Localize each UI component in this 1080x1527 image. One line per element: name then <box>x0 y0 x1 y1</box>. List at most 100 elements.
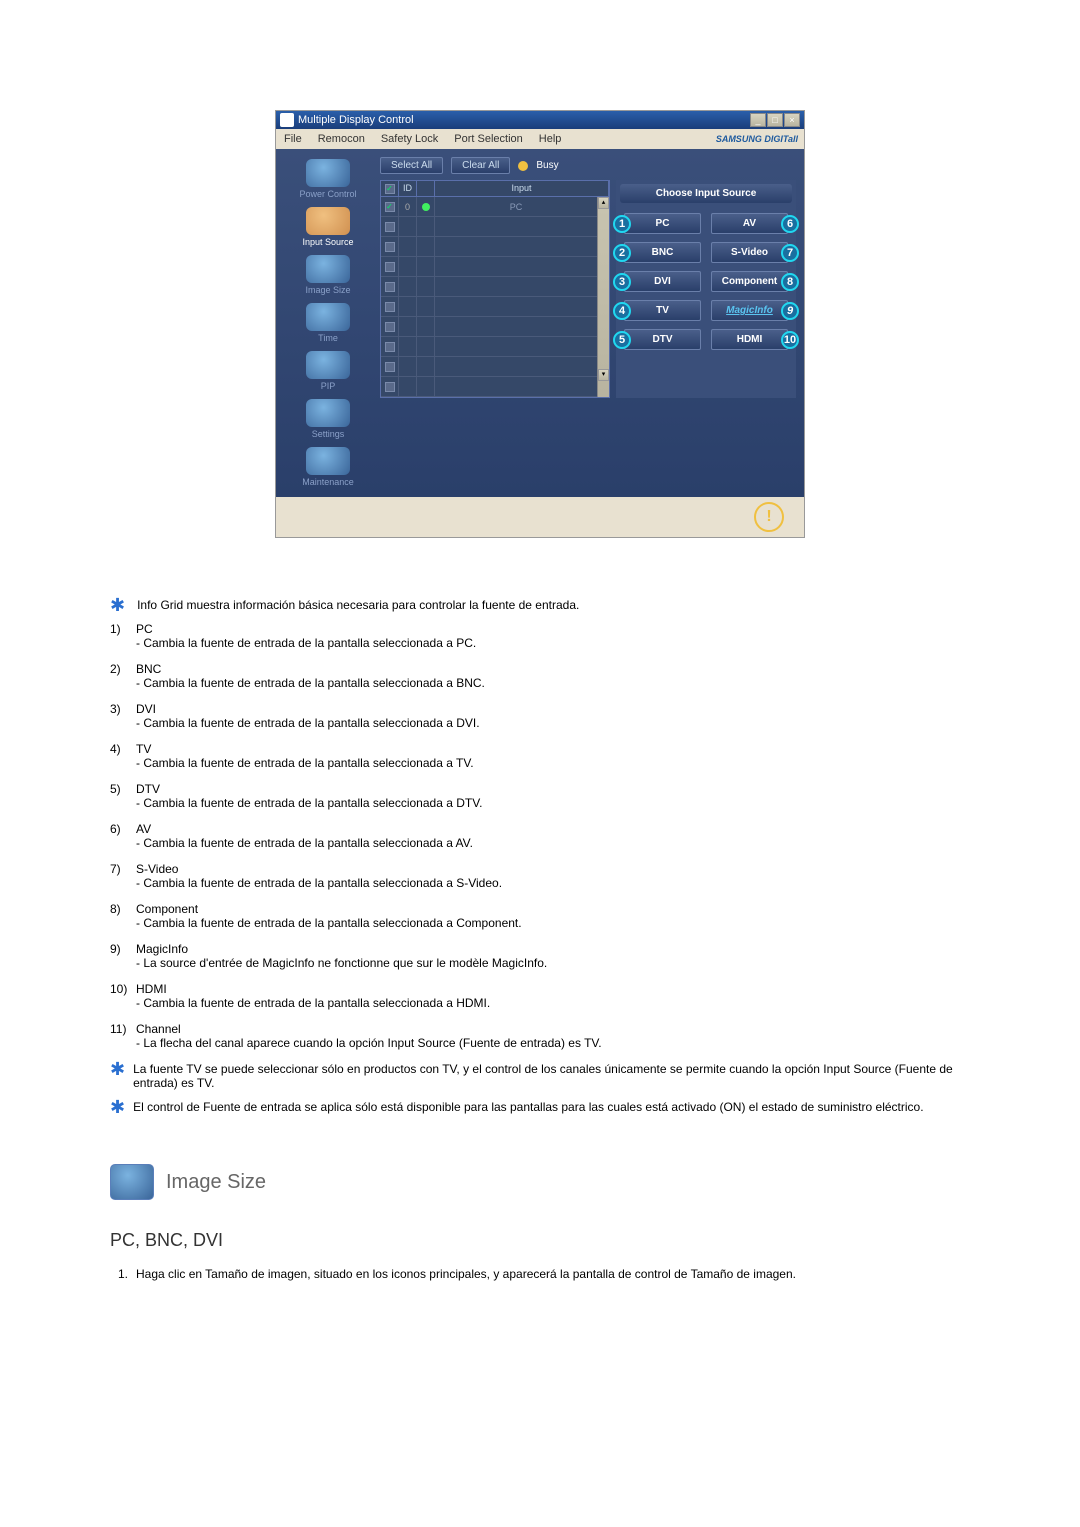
sidebar-item-input-source[interactable]: Input Source <box>284 205 372 249</box>
select-all-button[interactable]: Select All <box>380 157 443 174</box>
item-name: TV <box>136 742 970 756</box>
row-checkbox[interactable] <box>385 302 395 312</box>
list-item: 6)AV- Cambia la fuente de entrada de la … <box>110 822 970 850</box>
scrollbar[interactable]: ▴ ▾ <box>597 197 609 397</box>
row-checkbox[interactable] <box>385 242 395 252</box>
note-text: El control de Fuente de entrada se aplic… <box>133 1100 923 1114</box>
source-button-tv[interactable]: TV4 <box>624 300 701 321</box>
row-checkbox[interactable] <box>385 282 395 292</box>
grid-row[interactable]: 0 PC <box>381 197 597 217</box>
menu-file[interactable]: File <box>276 131 310 147</box>
source-button-bnc[interactable]: BNC2 <box>624 242 701 263</box>
grid-header-input: Input <box>435 181 609 196</box>
source-button-s-video[interactable]: S-Video7 <box>711 242 788 263</box>
grid-row[interactable] <box>381 237 597 257</box>
item-number: 4) <box>110 742 136 770</box>
sidebar-item-time[interactable]: Time <box>284 301 372 345</box>
sidebar-item-pip[interactable]: PIP <box>284 349 372 393</box>
grid-row[interactable] <box>381 257 597 277</box>
scroll-down-icon[interactable]: ▾ <box>598 369 609 381</box>
close-button[interactable]: × <box>784 113 800 127</box>
grid-row[interactable] <box>381 277 597 297</box>
menu-help[interactable]: Help <box>531 131 570 147</box>
clear-all-button[interactable]: Clear All <box>451 157 510 174</box>
grid-row[interactable] <box>381 377 597 397</box>
minimize-button[interactable]: _ <box>750 113 766 127</box>
row-checkbox[interactable] <box>385 342 395 352</box>
item-name: Component <box>136 902 970 916</box>
sidebar-item-image-size[interactable]: Image Size <box>284 253 372 297</box>
grid-header: ID Input <box>381 181 609 197</box>
sidebar-item-label: Image Size <box>305 285 350 295</box>
source-button-hdmi[interactable]: HDMI10 <box>711 329 788 350</box>
power-icon <box>306 159 350 187</box>
source-button-magicinfo[interactable]: MagicInfo9 <box>711 300 788 321</box>
maximize-button[interactable]: □ <box>767 113 783 127</box>
item-desc: - Cambia la fuente de entrada de la pant… <box>136 796 970 810</box>
sidebar-item-label: PIP <box>321 381 336 391</box>
sidebar-item-settings[interactable]: Settings <box>284 397 372 441</box>
callout-badge: 2 <box>613 244 631 262</box>
grid-header-status <box>417 181 435 196</box>
list-item: 5)DTV- Cambia la fuente de entrada de la… <box>110 782 970 810</box>
source-button-dvi[interactable]: DVI3 <box>624 271 701 292</box>
row-checkbox[interactable] <box>385 382 395 392</box>
item-name: PC <box>136 622 970 636</box>
item-desc: - Cambia la fuente de entrada de la pant… <box>136 876 970 890</box>
list-item: 8)Component- Cambia la fuente de entrada… <box>110 902 970 930</box>
instruction-text: Haga clic en Tamaño de imagen, situado e… <box>136 1267 796 1281</box>
item-desc: - Cambia la fuente de entrada de la pant… <box>136 836 970 850</box>
row-checkbox[interactable] <box>385 322 395 332</box>
callout-badge: 10 <box>781 331 799 349</box>
note: ✱La fuente TV se puede seleccionar sólo … <box>110 1062 970 1090</box>
instruction-number: 1. <box>118 1267 128 1281</box>
menu-bar: File Remocon Safety Lock Port Selection … <box>276 129 804 149</box>
image-size-icon <box>306 255 350 283</box>
source-button-pc[interactable]: PC1 <box>624 213 701 234</box>
note-text: La fuente TV se puede seleccionar sólo e… <box>133 1062 970 1090</box>
document-content: ✱ Info Grid muestra información básica n… <box>60 598 1020 1281</box>
list-item: 7)S-Video- Cambia la fuente de entrada d… <box>110 862 970 890</box>
grid-row[interactable] <box>381 297 597 317</box>
source-button-dtv[interactable]: DTV5 <box>624 329 701 350</box>
item-number: 7) <box>110 862 136 890</box>
row-checkbox[interactable] <box>385 262 395 272</box>
item-number: 5) <box>110 782 136 810</box>
list-item: 11)Channel- La flecha del canal aparece … <box>110 1022 970 1050</box>
menu-port-selection[interactable]: Port Selection <box>446 131 530 147</box>
status-dot-icon <box>422 203 430 211</box>
app-icon <box>280 113 294 127</box>
subsection-heading: PC, BNC, DVI <box>110 1230 970 1251</box>
sidebar-item-maintenance[interactable]: Maintenance <box>284 445 372 489</box>
sidebar-item-power[interactable]: Power Control <box>284 157 372 201</box>
title-bar: Multiple Display Control _ □ × <box>276 111 804 129</box>
item-name: AV <box>136 822 970 836</box>
row-checkbox[interactable] <box>385 202 395 212</box>
info-icon: ! <box>754 502 784 532</box>
list-item: 10)HDMI- Cambia la fuente de entrada de … <box>110 982 970 1010</box>
grid-row[interactable] <box>381 357 597 377</box>
row-input-value: PC <box>435 202 597 212</box>
callout-badge: 1 <box>613 215 631 233</box>
sidebar-item-label: Power Control <box>299 189 356 199</box>
row-checkbox[interactable] <box>385 222 395 232</box>
list-item: 1)PC- Cambia la fuente de entrada de la … <box>110 622 970 650</box>
scroll-up-icon[interactable]: ▴ <box>598 197 609 209</box>
grid-row[interactable] <box>381 317 597 337</box>
row-checkbox[interactable] <box>385 362 395 372</box>
menu-remocon[interactable]: Remocon <box>310 131 373 147</box>
item-number: 3) <box>110 702 136 730</box>
item-name: DVI <box>136 702 970 716</box>
item-name: MagicInfo <box>136 942 970 956</box>
grid-row[interactable] <box>381 337 597 357</box>
source-button-av[interactable]: AV6 <box>711 213 788 234</box>
grid-header-check[interactable] <box>381 181 399 196</box>
item-desc: - Cambia la fuente de entrada de la pant… <box>136 996 970 1010</box>
menu-safety-lock[interactable]: Safety Lock <box>373 131 446 147</box>
item-desc: - La flecha del canal aparece cuando la … <box>136 1036 970 1050</box>
image-size-section-icon <box>110 1164 154 1200</box>
grid-row[interactable] <box>381 217 597 237</box>
source-button-component[interactable]: Component8 <box>711 271 788 292</box>
item-desc: - Cambia la fuente de entrada de la pant… <box>136 636 970 650</box>
item-desc: - Cambia la fuente de entrada de la pant… <box>136 756 970 770</box>
